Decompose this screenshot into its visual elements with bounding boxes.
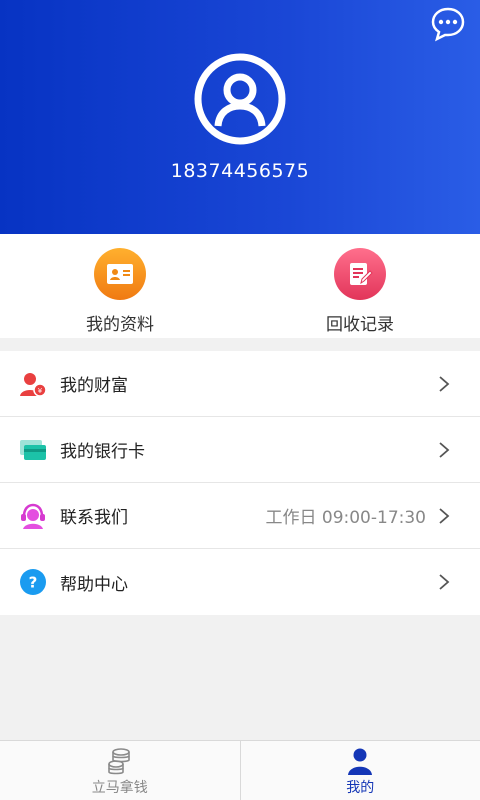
quick-recycle-records[interactable]: 回收记录 <box>300 248 420 335</box>
id-card-icon <box>94 248 146 300</box>
settings-menu: ¥ 我的财富 我的银行卡 联系我们 工作日 09:00-17:30 ? 帮助中心 <box>0 351 480 615</box>
customer-service-icon <box>21 503 45 529</box>
menu-item-contact-us[interactable]: 联系我们 工作日 09:00-17:30 <box>0 483 480 549</box>
quick-my-profile[interactable]: 我的资料 <box>60 248 180 335</box>
user-phone: 18374456575 <box>170 160 310 182</box>
chevron-right-icon <box>439 508 450 524</box>
menu-item-help-center[interactable]: ? 帮助中心 <box>0 549 480 615</box>
svg-text:?: ? <box>29 574 38 592</box>
tab-get-money[interactable]: 立马拿钱 <box>0 741 240 800</box>
bottom-tab-bar: 立马拿钱 我的 <box>0 740 480 800</box>
menu-item-label: 联系我们 <box>60 508 128 528</box>
menu-item-bank-card[interactable]: 我的银行卡 <box>0 417 480 483</box>
help-icon: ? <box>20 569 46 595</box>
menu-item-label: 我的银行卡 <box>60 442 145 462</box>
coins-icon <box>107 748 130 775</box>
menu-item-label: 我的财富 <box>60 376 128 396</box>
tab-label: 我的 <box>346 780 375 796</box>
wealth-user-icon: ¥ <box>20 373 47 397</box>
quick-recycle-records-label: 回收记录 <box>326 315 394 335</box>
svg-text:¥: ¥ <box>38 387 43 395</box>
bank-card-icon <box>20 440 46 460</box>
quick-my-profile-label: 我的资料 <box>86 315 154 335</box>
avatar-icon[interactable] <box>193 52 287 146</box>
tab-mine[interactable]: 我的 <box>239 741 480 800</box>
work-hours-text: 工作日 09:00-17:30 <box>265 508 426 528</box>
person-icon <box>348 748 373 775</box>
profile-header: 18374456575 <box>0 0 480 234</box>
chevron-right-icon <box>439 574 450 590</box>
menu-item-my-wealth[interactable]: ¥ 我的财富 <box>0 351 480 417</box>
chevron-right-icon <box>439 376 450 392</box>
chevron-right-icon <box>439 442 450 458</box>
menu-item-label: 帮助中心 <box>60 574 128 595</box>
edit-note-icon <box>334 248 386 300</box>
quick-actions: 我的资料 回收记录 <box>0 234 480 338</box>
tab-label: 立马拿钱 <box>91 780 148 796</box>
chat-icon[interactable] <box>430 6 466 42</box>
